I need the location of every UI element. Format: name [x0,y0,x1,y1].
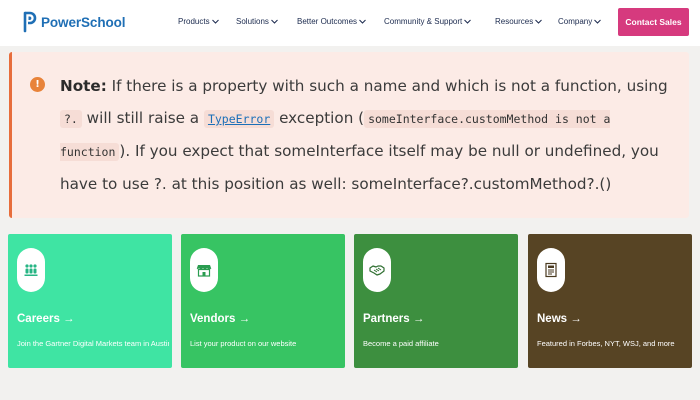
handshake-icon [369,265,385,276]
nav-solutions[interactable]: Solutions [236,17,278,26]
info-icon: ! [30,77,45,92]
card-icon-badge [537,248,565,292]
note-text-1: If there is a property with such a name … [106,77,668,95]
note-callout: ! Note: If there is a property with such… [9,52,689,218]
logo-text: PowerSchool [41,14,126,30]
chevron-down-icon [594,19,602,24]
nav-resources[interactable]: Resources [495,17,543,26]
card-description: Join the Gartner Digital Markets team in… [17,339,169,348]
nav-label: Community & Support [384,17,463,26]
nav-company[interactable]: Company [558,17,602,26]
nav-label: Products [178,17,210,26]
note-label: Note: [60,77,107,95]
top-navbar: PowerSchool Products Solutions Better Ou… [0,0,700,46]
nav-label: Better Outcomes [297,17,358,26]
chevron-down-icon [359,19,366,24]
note-text-3: exception ( [274,109,365,127]
note-text-4: ). If you expect that someInterface itse… [60,142,659,193]
powerschool-logo-icon [23,11,37,33]
nav-label: Resources [495,17,534,26]
powerschool-logo[interactable]: PowerSchool [22,11,126,33]
nav-products[interactable]: Products [178,17,219,26]
card-icon-badge [363,248,391,292]
newspaper-icon [545,262,557,278]
card-description: Featured in Forbes, NYT, WSJ, and more [537,339,675,348]
card-title: News → [537,313,582,325]
vendors-card[interactable]: Vendors → List your product on our websi… [181,234,345,368]
contact-sales-button[interactable]: Contact Sales [618,8,689,36]
card-title: Partners → [363,313,425,325]
chevron-down-icon [271,19,278,24]
chevron-down-icon [535,19,543,24]
nav-label: Company [558,17,593,26]
card-title: Vendors → [190,313,251,325]
card-description: Become a paid affiliate [363,339,439,348]
typeerror-link[interactable]: TypeError [203,110,275,128]
storefront-icon [196,265,212,277]
card-icon-badge [17,248,45,292]
nav-better-outcomes[interactable]: Better Outcomes [297,17,366,26]
chevron-down-icon [211,19,219,24]
note-text-2: will still raise a [81,109,204,127]
note-text: Note: If there is a property with such a… [60,70,670,200]
nav-community-support[interactable]: Community & Support [384,17,472,26]
careers-card[interactable]: Careers → Join the Gartner Digital Marke… [8,234,172,368]
news-card[interactable]: News → Featured in Forbes, NYT, WSJ, and… [528,234,692,368]
optional-chaining-code: ?. [60,110,82,128]
partners-card[interactable]: Partners → Become a paid affiliate [354,234,518,368]
chevron-down-icon [464,19,472,24]
nav-label: Solutions [236,17,269,26]
people-icon [24,264,38,276]
card-title: Careers → [17,313,75,325]
card-icon-badge [190,248,218,292]
card-description: List your product on our website [190,339,297,348]
